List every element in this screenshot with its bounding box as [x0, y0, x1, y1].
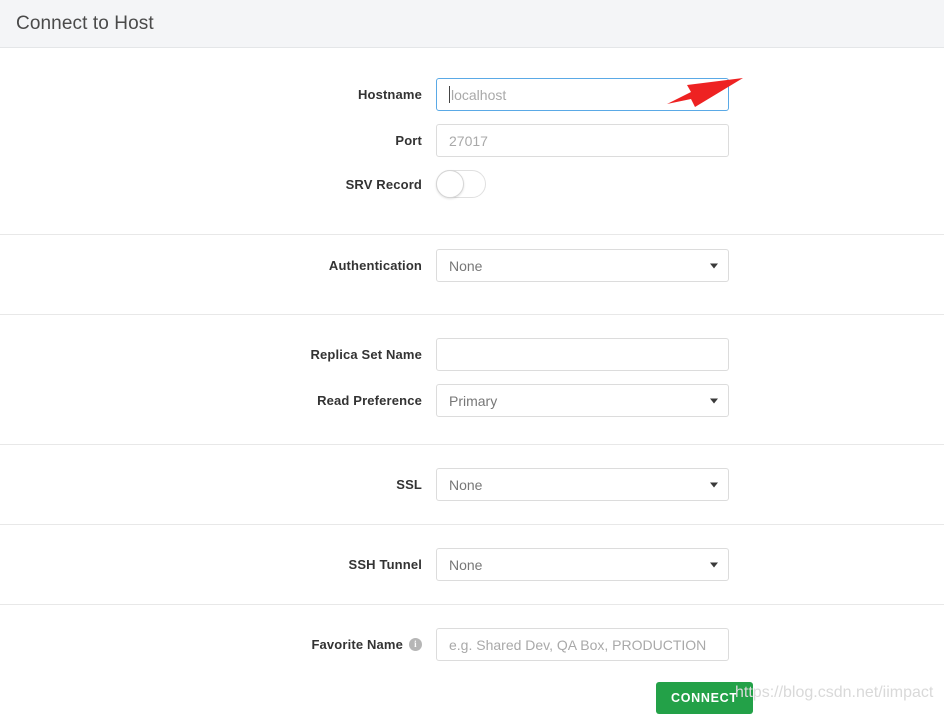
ssh-tunnel-select[interactable]: None	[436, 548, 729, 581]
form-row-srv-record: SRV Record	[0, 170, 944, 198]
chevron-down-icon	[710, 482, 718, 487]
ssl-value: None	[449, 476, 483, 493]
ssh-tunnel-value: None	[449, 556, 483, 573]
form-row-ssl: SSL None	[0, 468, 944, 501]
port-input[interactable]	[436, 124, 729, 157]
read-preference-select[interactable]: Primary	[436, 384, 729, 417]
form-row-read-preference: Read Preference Primary	[0, 384, 944, 417]
ssl-select[interactable]: None	[436, 468, 729, 501]
form-section-ssh-tunnel: SSH Tunnel None	[0, 525, 944, 605]
favorite-name-label: Favorite Name i	[0, 637, 436, 652]
footer-actions: CONNECT	[0, 674, 944, 714]
srv-record-toggle[interactable]	[436, 170, 486, 198]
read-preference-select-wrap[interactable]: Primary	[436, 384, 729, 417]
info-icon[interactable]: i	[409, 638, 422, 651]
ssl-control: None	[436, 468, 729, 501]
authentication-select[interactable]: None	[436, 249, 729, 282]
form-section-authentication: Authentication None	[0, 235, 944, 315]
ssh-tunnel-control: None	[436, 548, 729, 581]
read-preference-control: Primary	[436, 384, 729, 417]
form-row-favorite-name: Favorite Name i	[0, 628, 944, 661]
toggle-knob	[436, 170, 464, 198]
replica-set-name-control	[436, 338, 729, 371]
form-section-favorite: Favorite Name i CONNECT	[0, 605, 944, 717]
text-cursor	[449, 86, 450, 103]
form-row-replica-set-name: Replica Set Name	[0, 338, 944, 371]
form-section-replica: Replica Set Name Read Preference Primary	[0, 315, 944, 445]
form-row-hostname: Hostname localhost	[0, 78, 944, 111]
srv-record-control	[436, 170, 729, 198]
authentication-select-wrap[interactable]: None	[436, 249, 729, 282]
hostname-placeholder: localhost	[451, 86, 507, 103]
replica-set-name-label: Replica Set Name	[310, 347, 422, 362]
port-control	[436, 124, 729, 157]
favorite-name-label-text: Favorite Name	[311, 637, 403, 652]
page-title: Connect to Host	[16, 12, 154, 34]
read-preference-label: Read Preference	[317, 393, 422, 408]
chevron-down-icon	[710, 398, 718, 403]
form-row-port: Port	[0, 124, 944, 157]
favorite-name-input[interactable]	[436, 628, 729, 661]
authentication-label: Authentication	[328, 258, 422, 273]
ssh-tunnel-select-wrap[interactable]: None	[436, 548, 729, 581]
port-label: Port	[395, 133, 422, 148]
chevron-down-icon	[710, 263, 718, 268]
window-titlebar: Connect to Host	[0, 0, 944, 48]
form-row-authentication: Authentication None	[0, 249, 944, 282]
authentication-value: None	[449, 257, 483, 274]
form-section-ssl: SSL None	[0, 445, 944, 525]
ssl-label: SSL	[396, 477, 422, 492]
authentication-control: None	[436, 249, 729, 282]
ssh-tunnel-label: SSH Tunnel	[348, 557, 422, 572]
connection-form: Hostname localhost Port SRV Record	[0, 48, 944, 717]
form-section-host: Hostname localhost Port SRV Record	[0, 48, 944, 235]
hostname-label: Hostname	[357, 87, 422, 102]
form-row-ssh-tunnel: SSH Tunnel None	[0, 548, 944, 581]
srv-record-label: SRV Record	[345, 176, 422, 192]
replica-set-name-input[interactable]	[436, 338, 729, 371]
chevron-down-icon	[710, 562, 718, 567]
favorite-name-control	[436, 628, 729, 661]
connect-button[interactable]: CONNECT	[656, 682, 753, 714]
hostname-control: localhost	[436, 78, 729, 111]
ssl-select-wrap[interactable]: None	[436, 468, 729, 501]
hostname-input[interactable]: localhost	[436, 78, 729, 111]
read-preference-value: Primary	[449, 392, 498, 409]
